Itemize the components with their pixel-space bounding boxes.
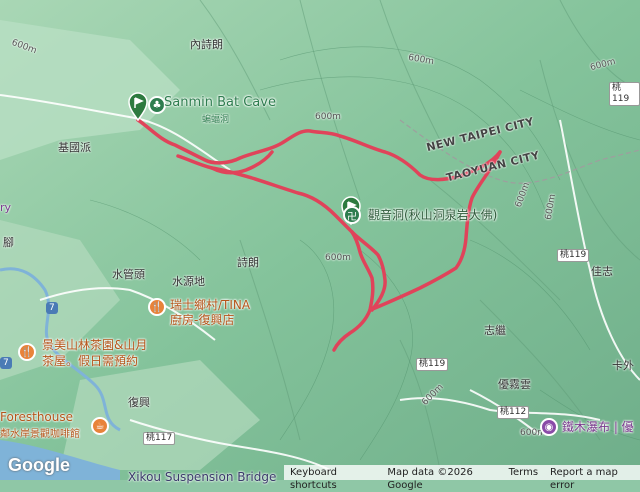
restaurant-icon[interactable]: 🍴 bbox=[18, 343, 36, 361]
poi-ruishi-2: 廚房-復興店 bbox=[170, 313, 235, 327]
road-shield-7: 7 bbox=[46, 302, 58, 314]
poi-bat-cave[interactable]: Sanmin Bat Cave bbox=[164, 95, 276, 110]
attribution-bar: Keyboard shortcuts Map data ©2026 Google… bbox=[284, 465, 640, 491]
camera-icon[interactable]: ◉ bbox=[540, 418, 558, 436]
temple-icon[interactable]: 卍 bbox=[343, 206, 361, 224]
poi-foresthouse-2: 鄰水岸景觀咖啡館 bbox=[0, 429, 80, 440]
place-label-youwuyun: 優霧雲 bbox=[498, 378, 531, 391]
poi-bat-cave-zh: 蝙蝠洞 bbox=[202, 115, 230, 125]
poi-jingmei-2: 茶屋。假日需預約 bbox=[42, 354, 139, 368]
contour-label: 600m bbox=[325, 253, 351, 263]
place-label-kawai: 卡外 bbox=[612, 359, 634, 372]
road-shield-7: 7 bbox=[0, 357, 12, 369]
place-label-zhijiang: 志繼 bbox=[484, 324, 506, 337]
place-label-jiyuanpai: 基國派 bbox=[58, 141, 91, 154]
place-label-shuiyuandi: 水源地 bbox=[172, 275, 205, 288]
poi-tiemu-waterfall[interactable]: 鐵木瀑布 | 優 bbox=[562, 418, 634, 435]
map-data-text: Map data ©2026 Google bbox=[387, 467, 473, 491]
road-shield-tao117: 桃117 bbox=[143, 432, 176, 445]
road-shield-tao119: 桃119 bbox=[557, 249, 590, 262]
terms-link[interactable]: Terms bbox=[503, 465, 544, 480]
poi-foresthouse-1[interactable]: Foresthouse bbox=[0, 410, 73, 424]
report-error-link[interactable]: Report a map error bbox=[544, 465, 640, 491]
place-label-neishilang: 內詩朗 bbox=[190, 38, 223, 51]
place-label-left-edge: 腳 bbox=[3, 236, 14, 249]
restaurant-icon[interactable]: 🍴 bbox=[148, 298, 166, 316]
poi-xikou-bridge[interactable]: Xikou Suspension Bridge bbox=[128, 470, 276, 484]
contour-label: 600m bbox=[315, 112, 341, 122]
place-label-jiazhi: 佳志 bbox=[591, 265, 613, 278]
road-shield-tao119: 桃119 bbox=[416, 358, 449, 371]
terrain-map[interactable] bbox=[0, 0, 640, 480]
cafe-icon[interactable]: ☕ bbox=[91, 417, 109, 435]
place-label-left-edge: ry bbox=[0, 201, 12, 214]
place-label-fuxing: 復興 bbox=[128, 396, 150, 409]
poi-jingmei-1[interactable]: 景美山林茶園&山月 bbox=[42, 336, 147, 353]
google-logo[interactable]: Google bbox=[8, 455, 70, 476]
keyboard-shortcuts-link[interactable]: Keyboard shortcuts bbox=[284, 465, 381, 491]
road-shield-tao112: 桃112 bbox=[497, 406, 530, 419]
poi-guanyin-cave[interactable]: 觀音洞(秋山洞泉岩大佛) bbox=[368, 206, 497, 223]
place-label-shuiguantou: 水管頭 bbox=[112, 268, 145, 281]
road-shield-tao119: 桃119 bbox=[609, 82, 640, 106]
place-label-shilang: 詩朗 bbox=[237, 256, 259, 269]
